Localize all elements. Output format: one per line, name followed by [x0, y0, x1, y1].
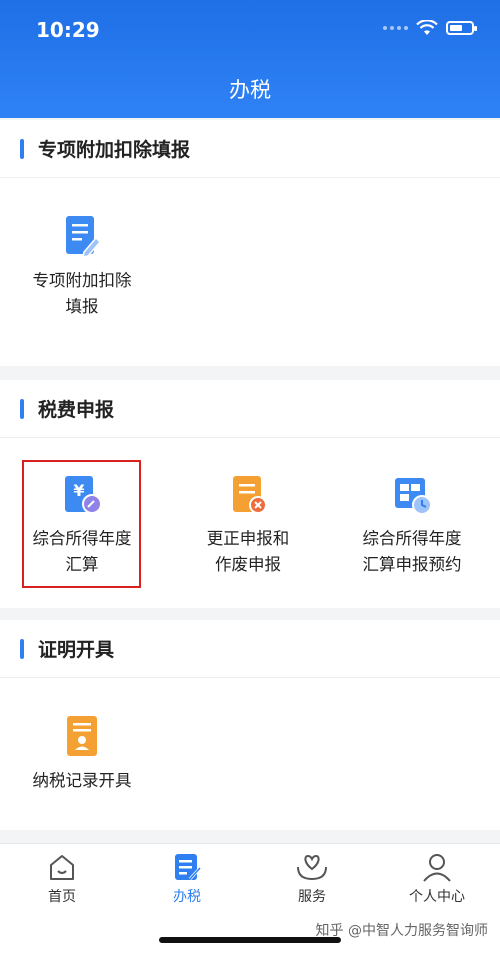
- home-indicator[interactable]: [159, 937, 341, 943]
- status-icons: [383, 20, 477, 36]
- nav-label: 服务: [298, 889, 326, 905]
- tile-correction-declaration[interactable]: 更正申报和 作废申报: [178, 474, 318, 578]
- nav-item-profile[interactable]: 个人中心: [387, 852, 487, 906]
- section-header: 证明开具: [0, 620, 500, 678]
- section-accent-bar: [20, 138, 24, 159]
- section-header: 税费申报: [0, 380, 500, 438]
- signal-icon: [383, 26, 408, 30]
- page-title: 办税: [229, 78, 271, 102]
- nav-item-service[interactable]: 服务: [262, 852, 362, 906]
- watermark: 知乎 @中智人力服务智询师: [315, 923, 488, 939]
- nav-item-tax[interactable]: 办税: [137, 852, 237, 906]
- document-edit-icon: [66, 216, 102, 258]
- header: 10:29 办税: [0, 0, 500, 118]
- service-heart-icon: [297, 854, 327, 881]
- section-title: 税费申报: [38, 399, 115, 421]
- battery-icon: [446, 21, 477, 35]
- tile-label: 综合所得年度 汇算申报预约: [362, 529, 462, 574]
- section-accent-bar: [20, 638, 24, 659]
- wifi-icon: [416, 20, 438, 35]
- tile-special-deduction-filing[interactable]: 专项附加扣除 填报: [12, 214, 152, 320]
- tile-label: 更正申报和 作废申报: [206, 529, 290, 574]
- tile-tax-record[interactable]: 纳税记录开具: [12, 714, 152, 794]
- highlight-box: [22, 460, 141, 588]
- person-icon: [423, 854, 451, 882]
- tax-icon: [175, 854, 202, 881]
- home-icon: [50, 855, 74, 880]
- calendar-clock-icon: [395, 478, 432, 515]
- section-title: 专项附加扣除填报: [38, 139, 191, 161]
- nav-item-home[interactable]: 首页: [12, 852, 112, 906]
- document-cancel-icon: [233, 476, 267, 514]
- nav-label: 办税: [173, 889, 201, 905]
- battery-fill: [450, 25, 462, 31]
- tile-settlement-appointment[interactable]: 综合所得年度 汇算申报预约: [342, 474, 482, 578]
- tile-label: 专项附加扣除 填报: [32, 271, 132, 316]
- nav-label: 个人中心: [409, 889, 465, 905]
- nav-label: 首页: [48, 889, 76, 905]
- status-time: 10:29: [36, 18, 100, 42]
- tile-label: 纳税记录开具: [32, 771, 132, 790]
- section-title: 证明开具: [38, 639, 115, 661]
- section-header: 专项附加扣除填报: [0, 120, 500, 178]
- section-accent-bar: [20, 398, 24, 419]
- tax-record-icon: [67, 716, 97, 756]
